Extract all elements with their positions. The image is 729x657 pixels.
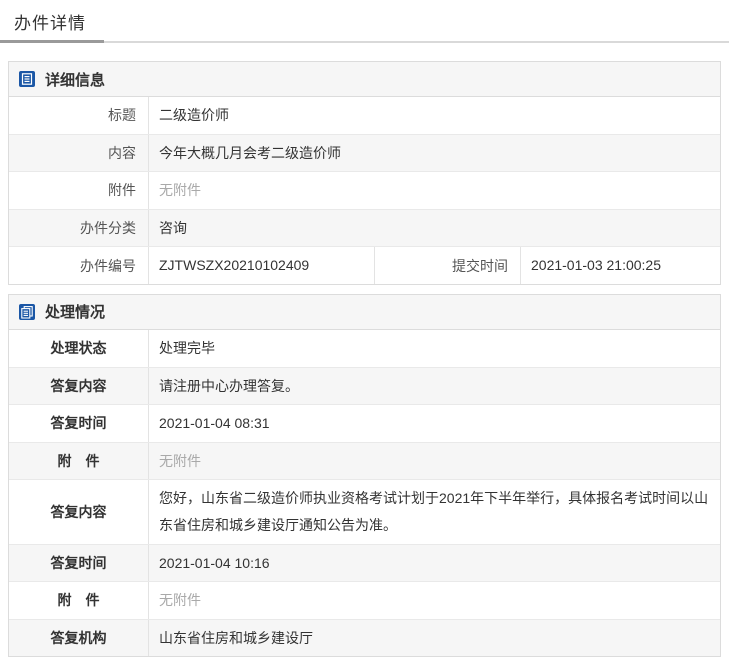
table-row: 标题 二级造价师 (9, 97, 720, 134)
detail-info-section: 详细信息 标题 二级造价师 内容 今年大概几月会考二级造价师 附件 无附件 办件… (8, 61, 721, 285)
row-value: 今年大概几月会考二级造价师 (149, 135, 720, 172)
table-row: 附件 无附件 (9, 171, 720, 209)
row-label: 附件 (9, 172, 149, 209)
section-title: 处理情况 (45, 301, 105, 322)
row-value: 咨询 (149, 210, 720, 247)
row-label: 附 件 (9, 582, 149, 619)
table-row: 答复时间 2021-01-04 10:16 (9, 544, 720, 582)
row-label: 答复机构 (9, 620, 149, 657)
row-label: 标题 (9, 97, 149, 134)
row-value-no-attachment: 无附件 (149, 172, 720, 209)
row-label: 答复时间 (9, 405, 149, 442)
row-value-case-number: ZJTWSZX20210102409 (149, 247, 374, 284)
row-value-reply-content: 您好，山东省二级造价师执业资格考试计划于2021年下半年举行，具体报名考试时间以… (149, 480, 720, 543)
row-label: 附 件 (9, 443, 149, 480)
table-row: 处理状态 处理完毕 (9, 330, 720, 367)
table-row: 答复内容 请注册中心办理答复。 (9, 367, 720, 405)
table-row: 答复内容 您好，山东省二级造价师执业资格考试计划于2021年下半年举行，具体报名… (9, 479, 720, 543)
table-row: 办件分类 咨询 (9, 209, 720, 247)
row-value-process-state: 处理完毕 (149, 330, 720, 367)
table-row: 内容 今年大概几月会考二级造价师 (9, 134, 720, 172)
table-row: 附 件 无附件 (9, 442, 720, 480)
detail-info-header: 详细信息 (9, 62, 720, 97)
row-value: 二级造价师 (149, 97, 720, 134)
detail-info-body: 标题 二级造价师 内容 今年大概几月会考二级造价师 附件 无附件 办件分类 咨询… (9, 97, 720, 284)
table-row: 附 件 无附件 (9, 581, 720, 619)
row-label: 办件编号 (9, 247, 149, 284)
section-title: 详细信息 (45, 69, 105, 90)
process-status-header: 处理情况 (9, 295, 720, 330)
row-label: 处理状态 (9, 330, 149, 367)
row-label: 答复时间 (9, 545, 149, 582)
documents-stack-icon (19, 304, 35, 320)
process-status-body: 处理状态 处理完毕 答复内容 请注册中心办理答复。 答复时间 2021-01-0… (9, 330, 720, 656)
row-label: 答复内容 (9, 480, 149, 543)
row-label: 内容 (9, 135, 149, 172)
table-row: 答复时间 2021-01-04 08:31 (9, 404, 720, 442)
active-tab-underline (0, 40, 104, 43)
row-label: 答复内容 (9, 368, 149, 405)
row-value-submit-time: 2021-01-03 21:00:25 (521, 247, 720, 284)
row-label-submit-time: 提交时间 (374, 247, 521, 284)
row-value-no-attachment: 无附件 (149, 443, 720, 480)
titlebar: 办件详情 (0, 0, 729, 43)
row-value-reply-time: 2021-01-04 08:31 (149, 405, 720, 442)
process-status-section: 处理情况 处理状态 处理完毕 答复内容 请注册中心办理答复。 答复时间 2021… (8, 294, 721, 657)
table-row: 答复机构 山东省住房和城乡建设厅 (9, 619, 720, 657)
document-list-icon (19, 71, 35, 87)
table-row: 办件编号 ZJTWSZX20210102409 提交时间 2021-01-03 … (9, 246, 720, 284)
page-title[interactable]: 办件详情 (14, 14, 86, 33)
row-value-no-attachment: 无附件 (149, 582, 720, 619)
row-value-reply-time: 2021-01-04 10:16 (149, 545, 720, 582)
row-value-reply-agency: 山东省住房和城乡建设厅 (149, 620, 720, 657)
row-label: 办件分类 (9, 210, 149, 247)
row-value-reply-content: 请注册中心办理答复。 (149, 368, 720, 405)
